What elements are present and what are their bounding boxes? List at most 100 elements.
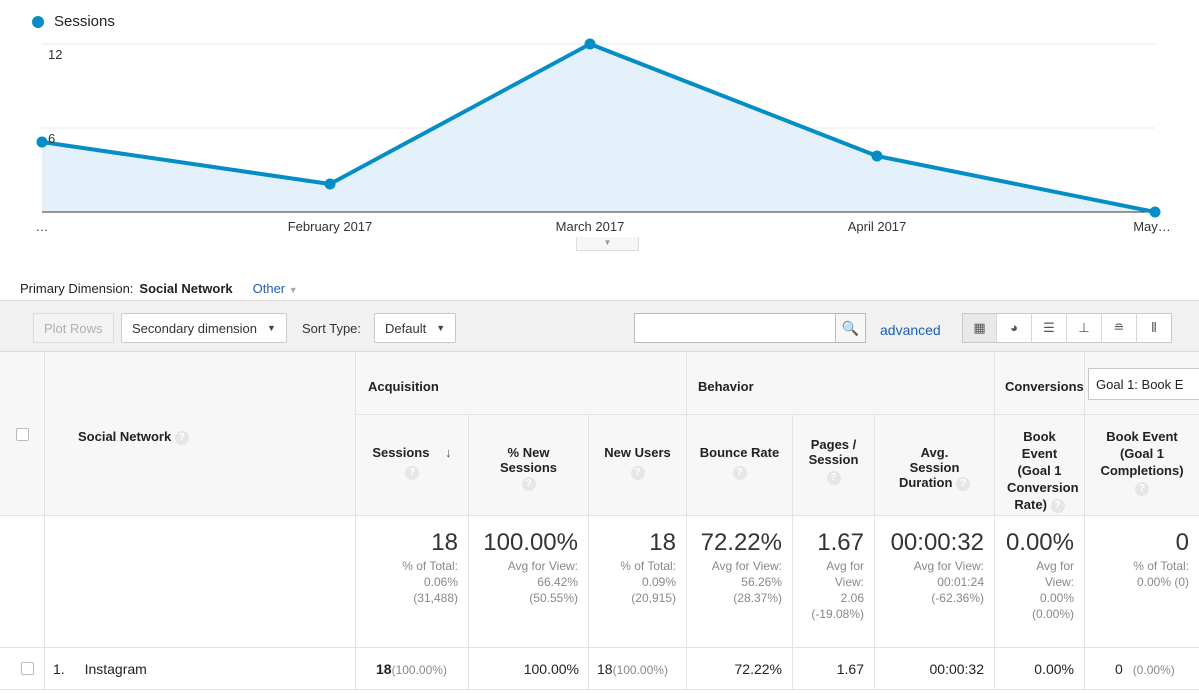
help-icon[interactable]: ? — [826, 471, 841, 485]
totals-cell: 100.00% Avg for View: 66.42% (50.55%) — [469, 516, 589, 648]
totals-subtext: 0.00% — [1039, 591, 1074, 605]
totals-cell: 72.22% Avg for View: 56.26% (28.37%) — [687, 516, 793, 648]
goal-select-dropdown[interactable]: Goal 1: Book E — [1088, 368, 1199, 400]
row-checkbox-cell — [0, 648, 45, 690]
totals-subtext: Avg for View: — [711, 559, 782, 573]
col-header-pages-session[interactable]: Pages / Session ? — [793, 415, 875, 516]
secondary-dimension-dropdown[interactable]: Secondary dimension ▼ — [121, 313, 287, 343]
totals-subtext: Avg for View: — [913, 559, 984, 573]
primary-dimension-selected[interactable]: Social Network — [139, 281, 232, 296]
help-icon[interactable]: ? — [174, 430, 189, 445]
col-label: Sessions — [372, 445, 430, 460]
help-icon[interactable]: ? — [1050, 498, 1065, 513]
col-header-new-sessions[interactable]: % New Sessions ? — [469, 415, 589, 516]
help-icon[interactable]: ? — [630, 466, 645, 480]
totals-subtext: % of Total: — [402, 559, 458, 573]
primary-dimension-bar: Primary Dimension: Social Network Other … — [20, 281, 298, 296]
advanced-filter-link[interactable]: advanced — [880, 322, 941, 338]
data-point — [871, 150, 883, 162]
totals-subtext: 0.00% (0) — [1136, 575, 1189, 589]
col-header-goal-completions[interactable]: Book Event (Goal 1 Completions) ? — [1085, 415, 1199, 516]
totals-cell: 0.00% Avg for View: 0.00% (0.00%) — [995, 516, 1085, 648]
row-cell-new-sessions: 100.00% — [469, 648, 589, 690]
performance-view-icon[interactable]: ☰ — [1031, 314, 1066, 342]
row-cell-goal-conversion-rate: 0.00% — [995, 648, 1085, 690]
data-table: Social Network ? Acquisition Behavior Co… — [0, 352, 1199, 693]
pivot-view-icon[interactable]: ⦀ — [1136, 314, 1171, 342]
totals-subtext: (-19.08%) — [811, 607, 864, 621]
row-cell-bounce-rate: 72.22% — [687, 648, 793, 690]
data-point — [1149, 206, 1161, 218]
row-checkbox[interactable] — [21, 662, 34, 675]
chart-plot — [36, 38, 1161, 218]
group-acquisition: Acquisition — [356, 352, 687, 415]
row-value: 18 — [376, 661, 392, 677]
row-cell-pages-session: 1.67 — [793, 648, 875, 690]
select-all-checkbox[interactable] — [16, 428, 29, 441]
col-label: Avg. Session Duration — [898, 445, 960, 490]
col-header-bounce-rate[interactable]: Bounce Rate ? — [687, 415, 793, 516]
row-value: 18 — [597, 661, 613, 677]
primary-dimension-label: Primary Dimension: — [20, 281, 134, 296]
help-icon[interactable]: ? — [405, 466, 419, 480]
totals-value: 100.00% — [483, 529, 578, 556]
search-icon[interactable]: 🔍 — [835, 314, 865, 342]
comparison-view-icon[interactable]: ⊥ — [1066, 314, 1101, 342]
dimension-header-label: Social Network — [78, 429, 172, 444]
chevron-down-icon: ▼ — [288, 285, 298, 295]
data-point — [324, 178, 336, 190]
totals-subtext: (0.00%) — [1031, 607, 1074, 621]
sort-type-dropdown[interactable]: Default ▼ — [374, 313, 457, 343]
totals-subtext: 0.06% — [423, 575, 458, 589]
pie-view-icon[interactable]: ◕ — [996, 314, 1031, 342]
totals-value: 72.22% — [700, 529, 782, 556]
totals-label-cell — [45, 516, 356, 648]
col-header-goal-conversion-rate[interactable]: Book Event (Goal 1 Conversion Rate) ? — [995, 415, 1085, 516]
help-icon[interactable]: ? — [1135, 481, 1149, 496]
x-tick-label: April 2017 — [847, 219, 907, 234]
row-cell-sessions: 18(100.00%) — [356, 648, 469, 690]
col-header-avg-session-duration[interactable]: Avg. Session Duration ? — [875, 415, 995, 516]
row-pct: (100.00%) — [391, 663, 447, 677]
table-view-icon[interactable]: ▦ — [963, 314, 996, 342]
help-icon[interactable]: ? — [956, 476, 971, 491]
goal-select-cell: Goal 1: Book E — [1085, 352, 1199, 415]
totals-value: 0 — [1175, 529, 1189, 556]
totals-subtext: (-62.36%) — [931, 591, 984, 605]
col-label: Book Event (Goal 1 Completions) — [1100, 429, 1184, 478]
group-conversions: Conversions — [995, 352, 1085, 415]
secondary-dimension-label: Secondary dimension — [132, 320, 258, 336]
term-cloud-view-icon[interactable]: ≘ — [1101, 314, 1136, 342]
row-dimension-link[interactable]: Instagram — [85, 661, 147, 677]
col-header-sessions[interactable]: Sessions ↓ ? — [356, 415, 469, 516]
table-toolbar: Plot Rows Secondary dimension ▼ Sort Typ… — [0, 300, 1199, 352]
data-point — [584, 38, 596, 50]
primary-dimension-other[interactable]: Other ▼ — [253, 281, 298, 296]
dimension-header-cell[interactable]: Social Network ? — [45, 352, 356, 516]
x-tick-label: … — [35, 219, 49, 234]
help-icon[interactable]: ? — [521, 476, 536, 491]
totals-subtext: View: — [1044, 575, 1074, 589]
col-header-new-users[interactable]: New Users ? — [589, 415, 687, 516]
chart-collapse-toggle[interactable]: ▼ — [576, 237, 639, 251]
totals-subtext: 66.42% — [537, 575, 578, 589]
totals-subtext: % of Total: — [1133, 559, 1189, 573]
col-label: Pages / Session — [808, 437, 859, 467]
x-tick-label: February 2017 — [287, 219, 373, 234]
totals-cell: 0 % of Total: 0.00% (0) — [1085, 516, 1199, 648]
totals-cell: 18 % of Total: 0.09% (20,915) — [589, 516, 687, 648]
row-pct: (100.00%) — [612, 663, 668, 677]
help-icon[interactable]: ? — [732, 466, 747, 480]
x-tick-label: March 2017 — [555, 219, 625, 234]
col-label: New Users — [604, 445, 671, 460]
totals-subtext: Avg for — [826, 559, 864, 573]
row-index: 1. — [53, 661, 65, 677]
view-switcher: ▦ ◕ ☰ ⊥ ≘ ⦀ — [962, 313, 1172, 343]
plot-rows-button[interactable]: Plot Rows — [33, 313, 114, 343]
totals-value: 1.67 — [817, 529, 864, 556]
y-tick-label: 6 — [48, 131, 56, 146]
row-cell-goal-completions: 0 (0.00%) — [1085, 648, 1199, 690]
col-label: % New Sessions — [499, 445, 558, 475]
totals-subtext: 56.26% — [741, 575, 782, 589]
sessions-chart: Sessions 12 6 … February 2017 March 2017… — [0, 0, 1199, 255]
